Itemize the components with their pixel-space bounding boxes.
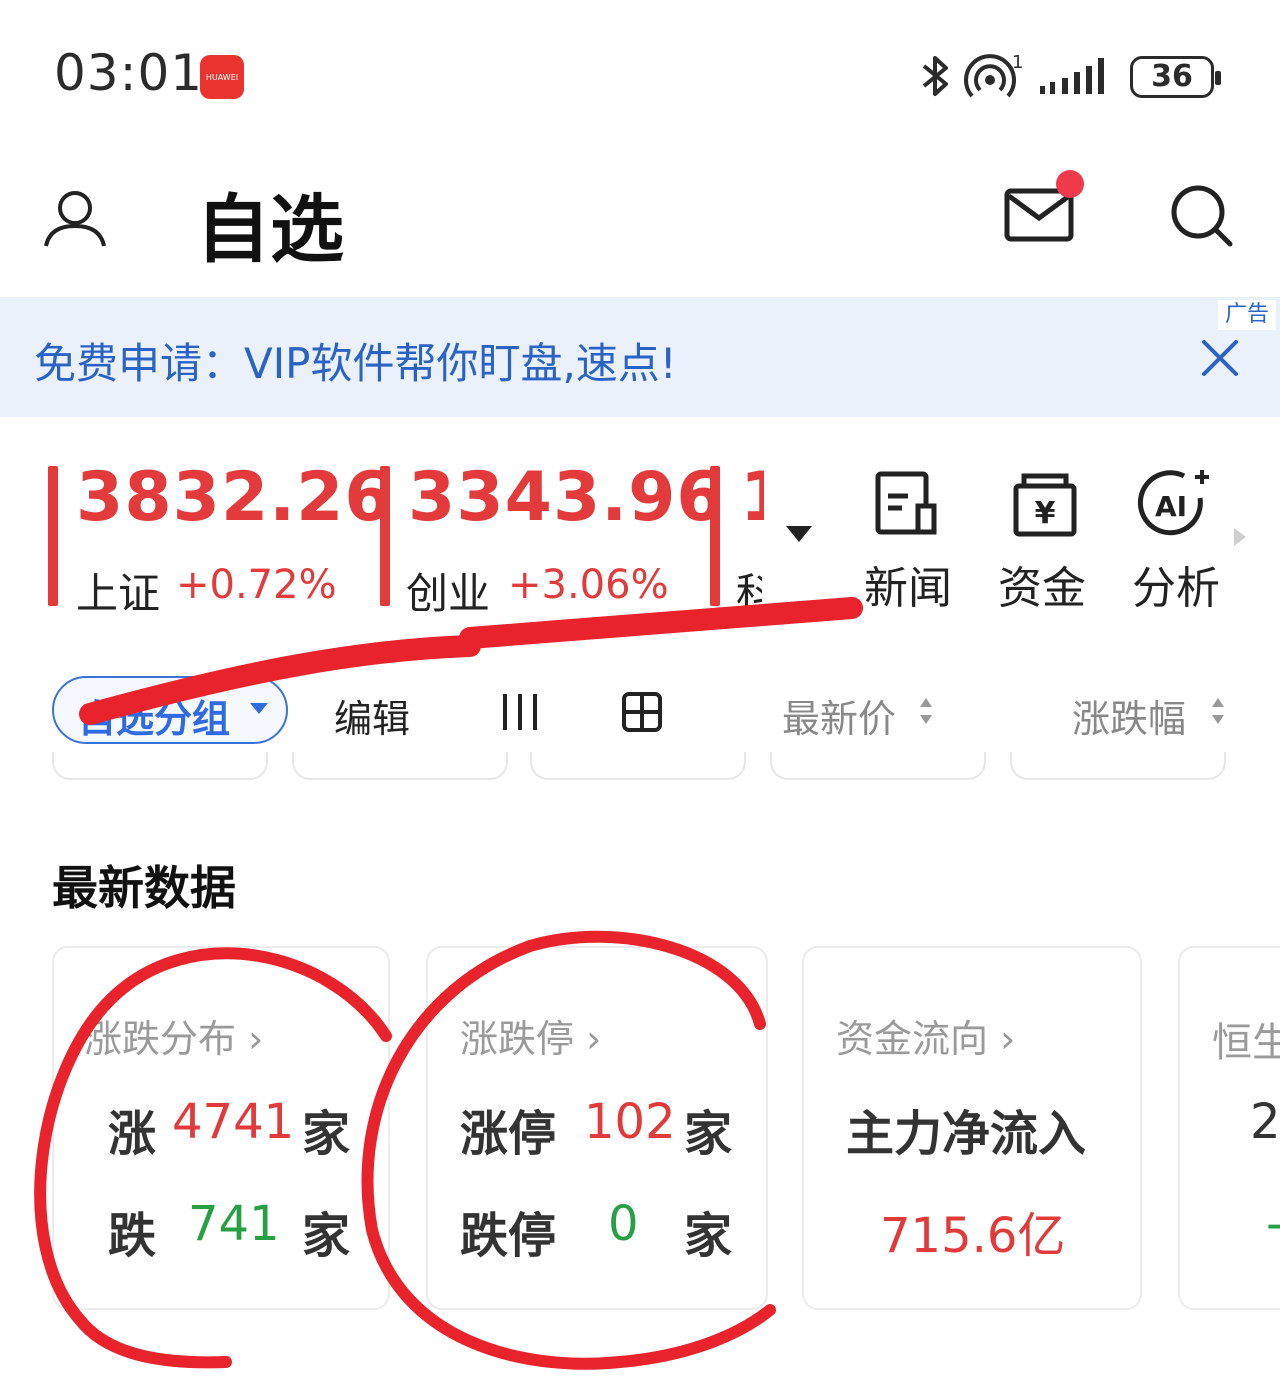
hotspot-count: 1 <box>1012 52 1023 73</box>
ad-text[interactable]: 免费申请：VIP软件帮你盯盘,速点! <box>34 330 677 391</box>
index-change: +3.06% <box>508 562 669 608</box>
index-name: 创业 <box>406 569 491 618</box>
page-title: 自选 <box>196 187 344 273</box>
unit: 家 <box>302 1208 351 1264</box>
app-badge-text: HUAWEI <box>205 73 239 82</box>
ai-analysis-icon[interactable]: AI <box>1137 468 1209 538</box>
columns-view-icon[interactable] <box>500 692 540 732</box>
collapsed-tab[interactable] <box>52 752 268 780</box>
up-count: 4741 <box>172 1094 295 1150</box>
chevron-right-icon[interactable] <box>1232 526 1248 548</box>
group-select-label[interactable]: 自选分组 <box>78 688 230 743</box>
main-net-inflow-label: 主力净流入 <box>846 1106 1087 1162</box>
svg-text:¥: ¥ <box>1035 496 1056 531</box>
hang-seng-card[interactable]: 恒生 25 - <box>1178 946 1280 1310</box>
chevron-down-icon[interactable] <box>784 524 814 544</box>
quick-news-label[interactable]: 新闻 <box>848 552 968 616</box>
card-title[interactable]: 涨跌停 › <box>460 1008 601 1063</box>
capital-flow-card[interactable]: 资金流向 › 主力净流入 715.6亿 <box>802 946 1142 1310</box>
rise-fall-distribution-card[interactable]: 涨跌分布 › 涨 4741 家 跌 741 家 <box>52 946 390 1310</box>
huawei-app-icon: HUAWEI <box>200 55 244 99</box>
hotspot-icon: 1 <box>964 52 1023 100</box>
limit-up-label: 涨停 <box>460 1106 557 1162</box>
limit-down-count: 0 <box>608 1196 639 1252</box>
yuan-fund-icon[interactable]: ¥ <box>1010 470 1080 540</box>
card-title[interactable]: 涨跌分布 › <box>84 1008 263 1063</box>
status-time: 03:01 <box>54 44 204 102</box>
ad-tag: 广告 <box>1218 300 1276 330</box>
collapsed-tab[interactable] <box>292 752 508 780</box>
card-title[interactable]: 恒生 <box>1212 1010 1280 1068</box>
svg-text:AI: AI <box>1155 490 1187 523</box>
battery-level: 36 <box>1151 59 1193 94</box>
limit-up-down-card[interactable]: 涨跌停 › 涨停 102 家 跌停 0 家 <box>426 946 768 1310</box>
index-bar <box>380 466 390 606</box>
limit-up-count: 102 <box>584 1094 676 1150</box>
battery-icon: 36 <box>1130 56 1221 98</box>
user-icon[interactable] <box>42 188 108 248</box>
grid-view-icon[interactable] <box>622 692 662 732</box>
signal-icon <box>1038 56 1114 98</box>
sort-icon[interactable] <box>918 696 934 726</box>
index-name: 科 <box>736 569 762 618</box>
edit-button[interactable]: 编辑 <box>334 688 410 743</box>
down-label: 跌 <box>108 1208 157 1264</box>
caret-down-icon[interactable] <box>250 703 268 715</box>
index-name: 上证 <box>76 569 161 618</box>
unit: 家 <box>302 1106 351 1162</box>
main-net-inflow-value: 715.6亿 <box>880 1208 1066 1264</box>
sort-icon[interactable] <box>1210 696 1226 726</box>
index-value[interactable]: 1 <box>740 458 764 537</box>
index-value[interactable]: 3343.96 <box>408 458 725 537</box>
hs-change: - <box>1266 1196 1280 1252</box>
quick-analysis-label[interactable]: 分析 <box>1116 552 1236 616</box>
down-count: 741 <box>188 1196 280 1252</box>
quick-fund-label[interactable]: 资金 <box>982 552 1102 616</box>
up-label: 涨 <box>108 1106 157 1162</box>
card-title[interactable]: 资金流向 › <box>836 1008 1015 1063</box>
unit: 家 <box>684 1106 733 1162</box>
index-change: +0.72% <box>176 562 337 608</box>
bluetooth-icon <box>918 54 954 98</box>
close-icon[interactable] <box>1198 336 1242 380</box>
collapsed-tab[interactable] <box>530 752 746 780</box>
index-bar <box>48 466 58 606</box>
sort-price-button[interactable]: 最新价 <box>782 688 896 743</box>
limit-down-label: 跌停 <box>460 1208 557 1264</box>
section-title: 最新数据 <box>52 861 236 915</box>
hs-value: 25 <box>1250 1094 1280 1150</box>
collapsed-tab[interactable] <box>770 752 986 780</box>
unit: 家 <box>684 1208 733 1264</box>
news-icon[interactable] <box>872 470 942 540</box>
index-value[interactable]: 3832.26 <box>76 458 393 537</box>
search-icon[interactable] <box>1168 182 1234 248</box>
unread-dot <box>1056 170 1084 198</box>
sort-change-button[interactable]: 涨跌幅 <box>1072 688 1186 743</box>
collapsed-tab[interactable] <box>1010 752 1226 780</box>
index-bar <box>710 466 720 606</box>
